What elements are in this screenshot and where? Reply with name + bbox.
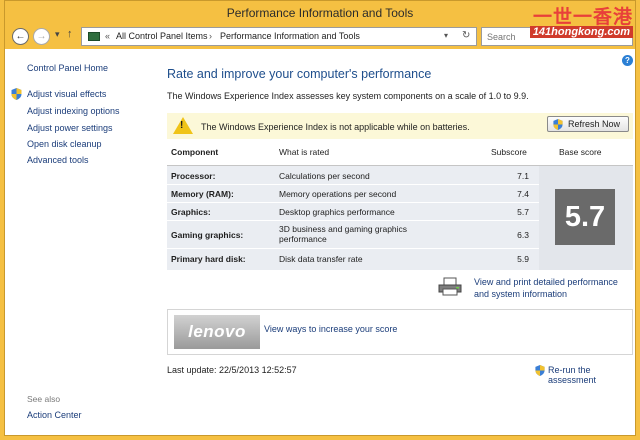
- header-base-score: Base score: [559, 147, 602, 157]
- watermark-logo: 一世一香港 141hongkong.com: [511, 2, 633, 42]
- header-what-is-rated: What is rated: [279, 147, 330, 157]
- subscore-value: 7.4: [517, 189, 529, 199]
- watermark-title: 一世一香港: [532, 6, 633, 28]
- breadcrumb-performance-information[interactable]: Performance Information and Tools: [220, 31, 360, 41]
- printer-icon[interactable]: [437, 277, 463, 297]
- recent-locations-icon[interactable]: ▾: [55, 29, 60, 40]
- watermark-url: 141hongkong.com: [529, 26, 633, 38]
- page-title: Rate and improve your computer's perform…: [167, 67, 432, 81]
- increase-score-link[interactable]: View ways to increase your score: [264, 324, 397, 334]
- component-label: Graphics:: [171, 207, 211, 217]
- header-component: Component: [171, 147, 219, 157]
- rerun-assessment-link[interactable]: Re-run the assessment: [535, 365, 633, 385]
- main-content: Rate and improve your computer's perform…: [167, 49, 633, 435]
- header-subscore: Subscore: [491, 147, 527, 157]
- control-panel-icon: [88, 32, 100, 41]
- component-label: Memory (RAM):: [171, 189, 234, 199]
- subscore-value: 7.1: [517, 171, 529, 181]
- oem-promo-panel: lenovo View ways to increase your score: [167, 309, 633, 355]
- rated-label: Desktop graphics performance: [279, 207, 395, 217]
- subscore-value: 5.7: [517, 207, 529, 217]
- component-label: Primary hard disk:: [171, 254, 246, 264]
- sidebar-adjust-indexing-options[interactable]: Adjust indexing options: [27, 106, 120, 116]
- subscore-value: 5.9: [517, 254, 529, 264]
- overflow-chevron-icon[interactable]: «: [105, 31, 110, 41]
- warning-text: The Windows Experience Index is not appl…: [201, 122, 470, 132]
- view-print-details-link[interactable]: View and print detailed performance and …: [474, 276, 634, 300]
- uac-shield-icon: [535, 365, 545, 376]
- component-label: Gaming graphics:: [171, 230, 244, 240]
- battery-warning-bar: ! The Windows Experience Index is not ap…: [167, 113, 633, 139]
- sidebar-action-center[interactable]: Action Center: [27, 410, 82, 420]
- address-dropdown-icon[interactable]: ▾: [444, 31, 448, 40]
- address-bar[interactable]: « All Control Panel Items › Performance …: [81, 27, 477, 46]
- subscore-value: 6.3: [517, 230, 529, 240]
- refresh-icon[interactable]: ↻: [462, 30, 470, 41]
- row-divider: [167, 202, 539, 203]
- rerun-assessment-label: Re-run the assessment: [548, 365, 597, 385]
- back-button[interactable]: ←: [12, 28, 29, 45]
- refresh-now-label: Refresh Now: [568, 119, 621, 129]
- row-divider: [167, 184, 539, 185]
- refresh-now-button[interactable]: Refresh Now: [547, 116, 629, 132]
- intro-text: The Windows Experience Index assesses ke…: [167, 91, 529, 101]
- sidebar-advanced-tools[interactable]: Advanced tools: [27, 155, 89, 165]
- lenovo-logo: lenovo: [174, 315, 260, 349]
- sidebar-adjust-visual-effects[interactable]: Adjust visual effects: [27, 89, 106, 99]
- last-update-text: Last update: 22/5/2013 12:52:57: [167, 365, 297, 375]
- up-arrow-icon[interactable]: ↑: [67, 28, 73, 40]
- sidebar: Control Panel Home Adjust visual effects…: [5, 49, 155, 435]
- rated-label: Calculations per second: [279, 171, 370, 181]
- warning-exclamation-icon: !: [180, 120, 184, 131]
- rated-label: 3D business and gaming graphics performa…: [279, 224, 408, 244]
- base-score-value: 5.7: [555, 189, 615, 245]
- breadcrumb-all-control-panel-items[interactable]: All Control Panel Items: [116, 31, 208, 41]
- component-label: Processor:: [171, 171, 216, 181]
- row-divider: [167, 248, 539, 249]
- window-title: Performance Information and Tools: [226, 6, 414, 20]
- sidebar-control-panel-home[interactable]: Control Panel Home: [27, 63, 108, 73]
- forward-button[interactable]: →: [33, 28, 50, 45]
- rated-label: Memory operations per second: [279, 189, 397, 199]
- sidebar-adjust-power-settings[interactable]: Adjust power settings: [27, 123, 113, 133]
- sidebar-open-disk-cleanup[interactable]: Open disk cleanup: [27, 139, 102, 149]
- row-divider: [167, 220, 539, 221]
- breadcrumb-separator-icon[interactable]: ›: [209, 31, 212, 41]
- rated-label: Disk data transfer rate: [279, 254, 363, 264]
- shield-icon: [11, 88, 22, 100]
- window: Performance Information and Tools ← → ▾ …: [4, 0, 636, 436]
- uac-shield-icon: [553, 119, 563, 130]
- see-also-label: See also: [27, 394, 61, 404]
